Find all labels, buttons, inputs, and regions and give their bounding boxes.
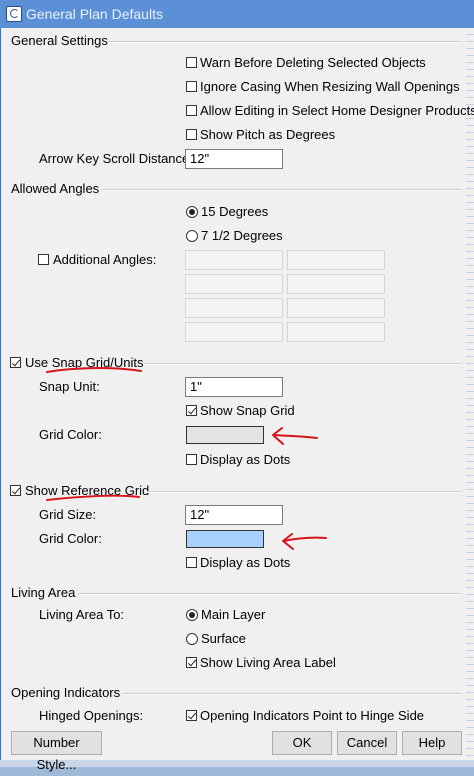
snap-grid-underline: [46, 367, 142, 373]
annotation-overlay: [46, 367, 327, 550]
snap-grid-color-arrow: [272, 427, 318, 445]
reference-grid-underline: [46, 494, 140, 501]
reference-grid-color-arrow: [282, 533, 327, 550]
